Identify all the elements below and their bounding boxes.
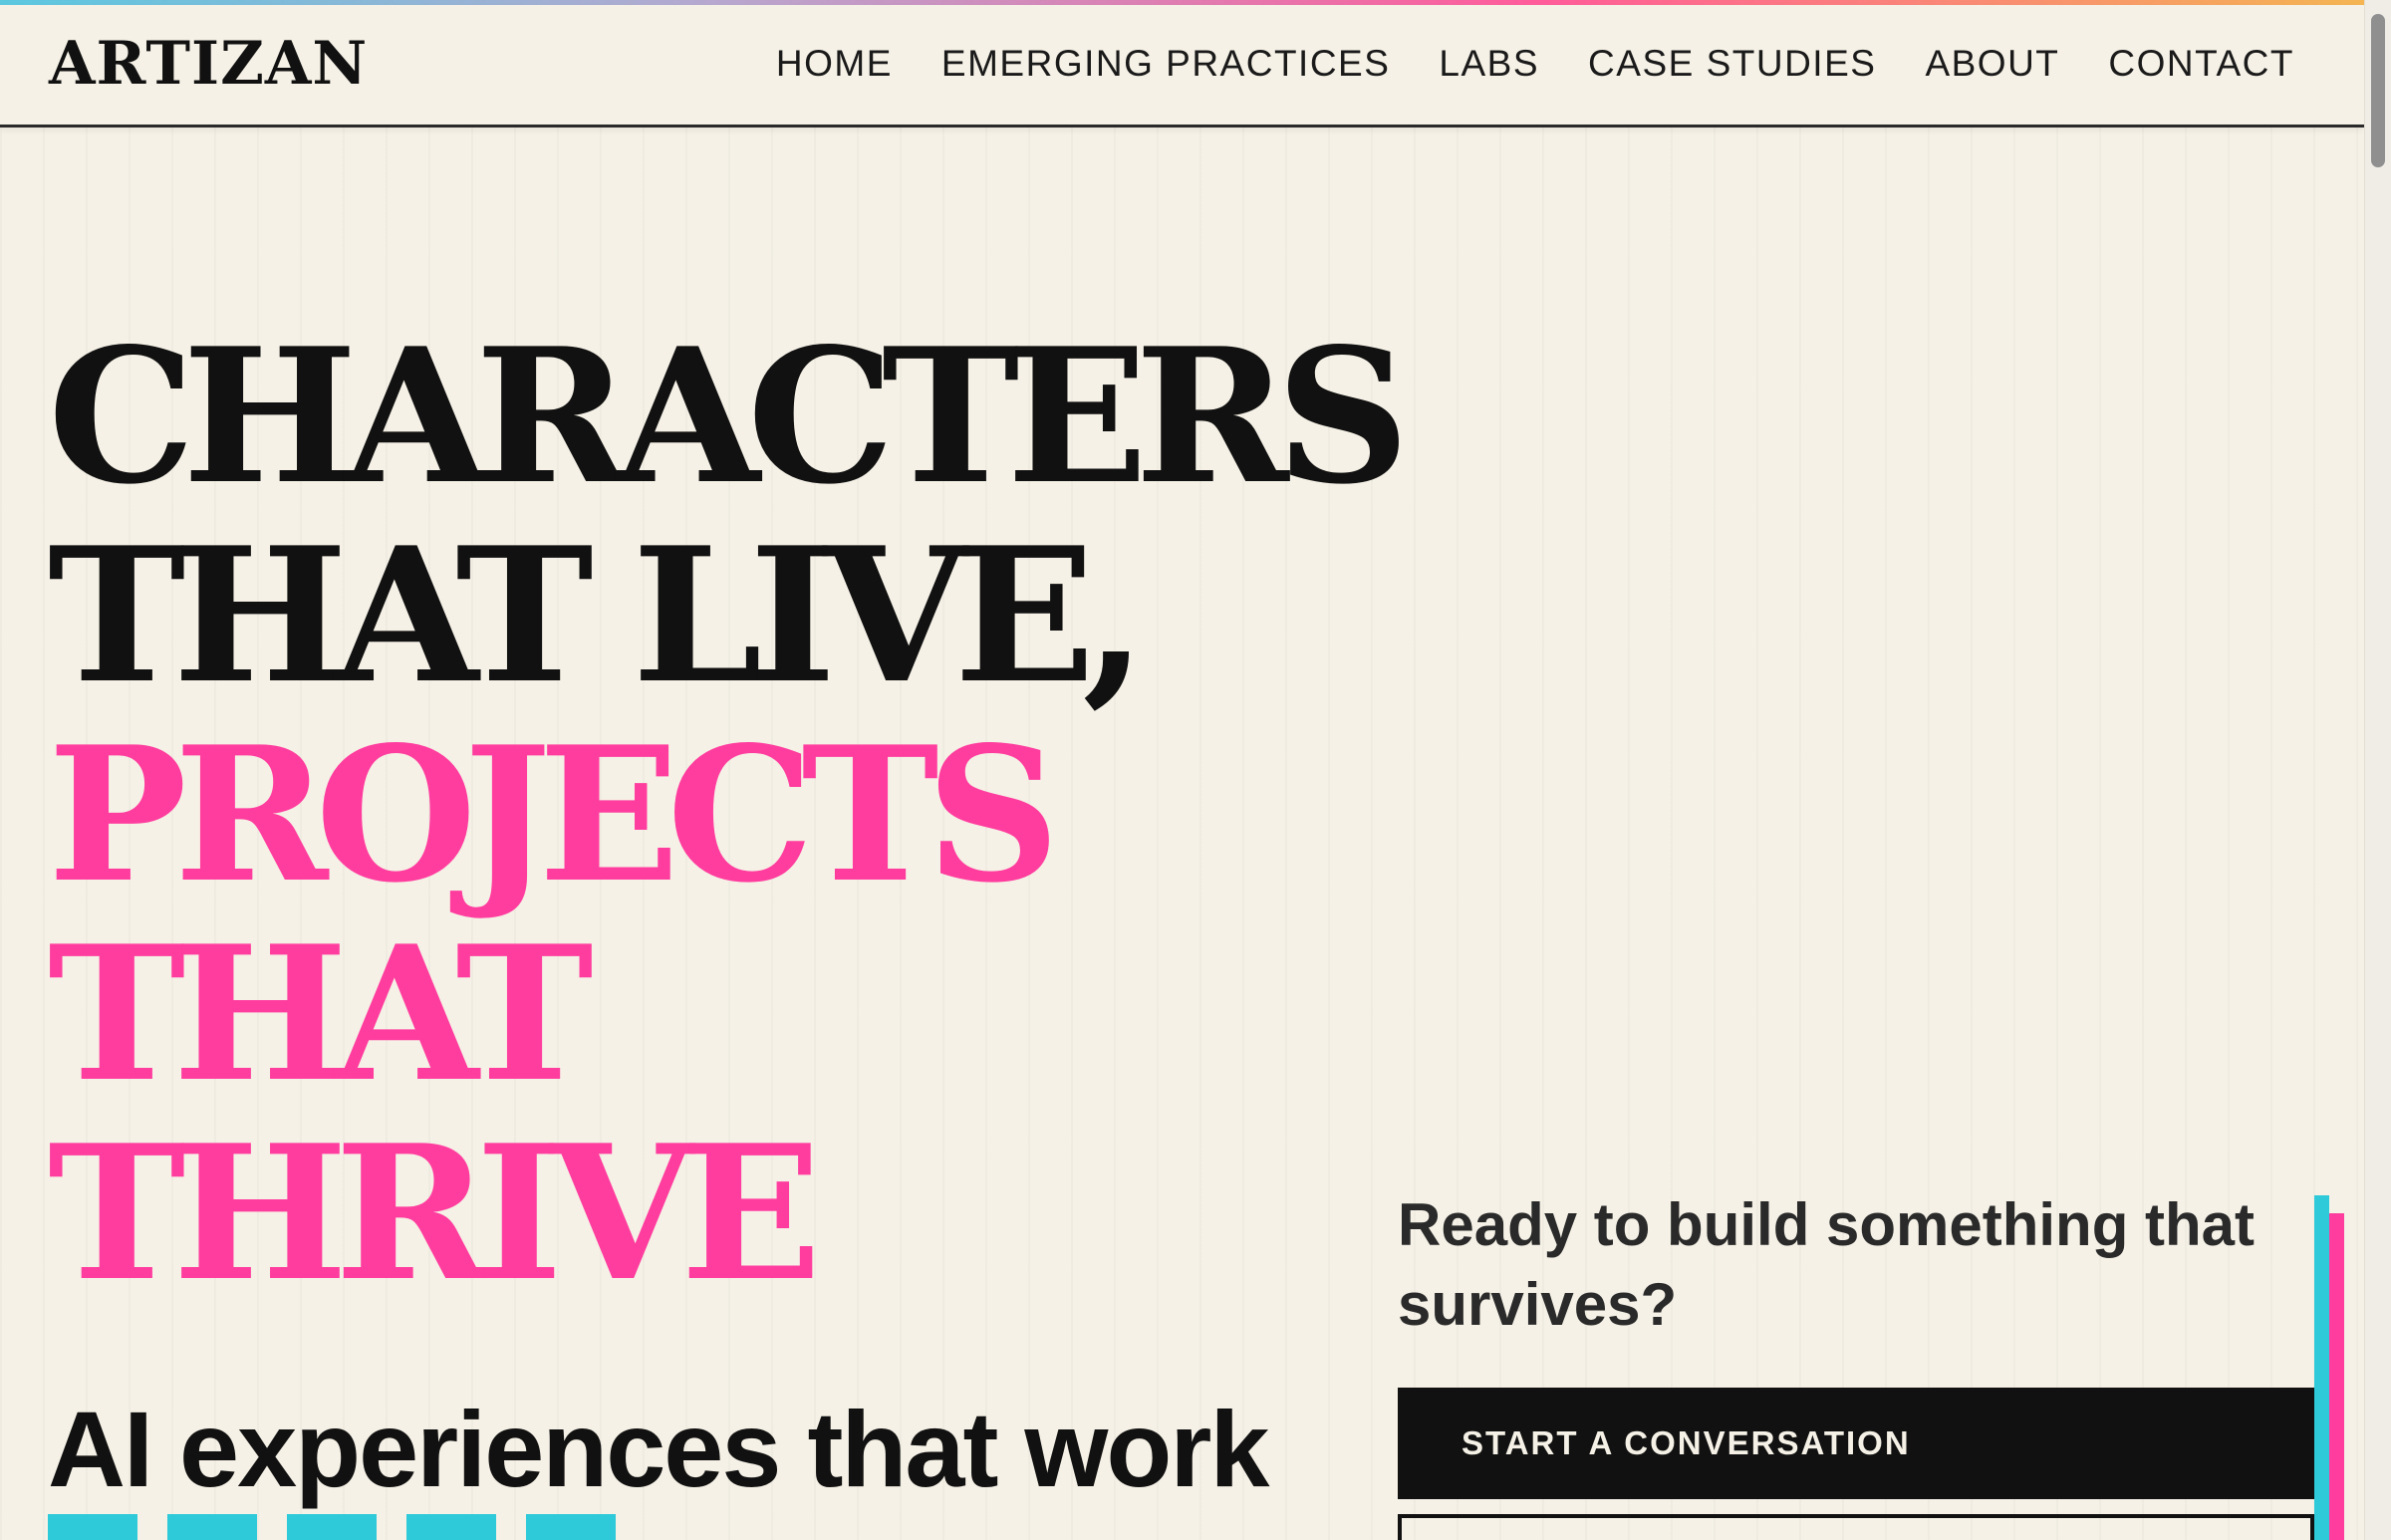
hero-headline: CHARACTERS THAT LIVE, PROJECTS THAT THRI… — [48, 307, 1410, 1322]
brand-logo[interactable]: ARTIZAN — [49, 29, 368, 99]
hero-line-1: CHARACTERS — [48, 307, 1410, 525]
start-conversation-button[interactable]: START A CONVERSATION — [1398, 1388, 2314, 1499]
pink-accent-bar — [2329, 1213, 2344, 1540]
cta-heading: Ready to build something that survives? — [1398, 1191, 2256, 1338]
site-header: ARTIZAN HOME EMERGING PRACTICES LABS CAS… — [0, 5, 2364, 128]
nav-home[interactable]: HOME — [776, 43, 893, 85]
cyan-accent-bar — [2314, 1195, 2329, 1540]
subhead-cyan-text-fragment — [48, 1514, 626, 1540]
cta-panel: Ready to build something that survives? … — [1398, 1185, 2314, 1540]
hero-line-2: THAT LIVE, — [48, 506, 1147, 724]
nav-contact[interactable]: CONTACT — [2108, 43, 2294, 85]
nav-emerging-practices[interactable]: EMERGING PRACTICES — [941, 43, 1391, 85]
hero-line-4: THAT — [48, 904, 594, 1123]
hero-line-5: THRIVE — [48, 1104, 822, 1322]
hero-subhead: AI experiences that work — [48, 1389, 1269, 1509]
nav-case-studies[interactable]: CASE STUDIES — [1588, 43, 1876, 85]
scrollbar-thumb[interactable] — [2371, 14, 2385, 167]
nav-labs[interactable]: LABS — [1439, 43, 1539, 85]
secondary-button-outline[interactable] — [1398, 1514, 2314, 1540]
main-nav: HOME EMERGING PRACTICES LABS CASE STUDIE… — [776, 43, 2294, 85]
scrollbar-track[interactable] — [2364, 0, 2391, 1540]
hero-line-3: PROJECTS — [48, 705, 1060, 923]
nav-about[interactable]: ABOUT — [1925, 43, 2059, 85]
